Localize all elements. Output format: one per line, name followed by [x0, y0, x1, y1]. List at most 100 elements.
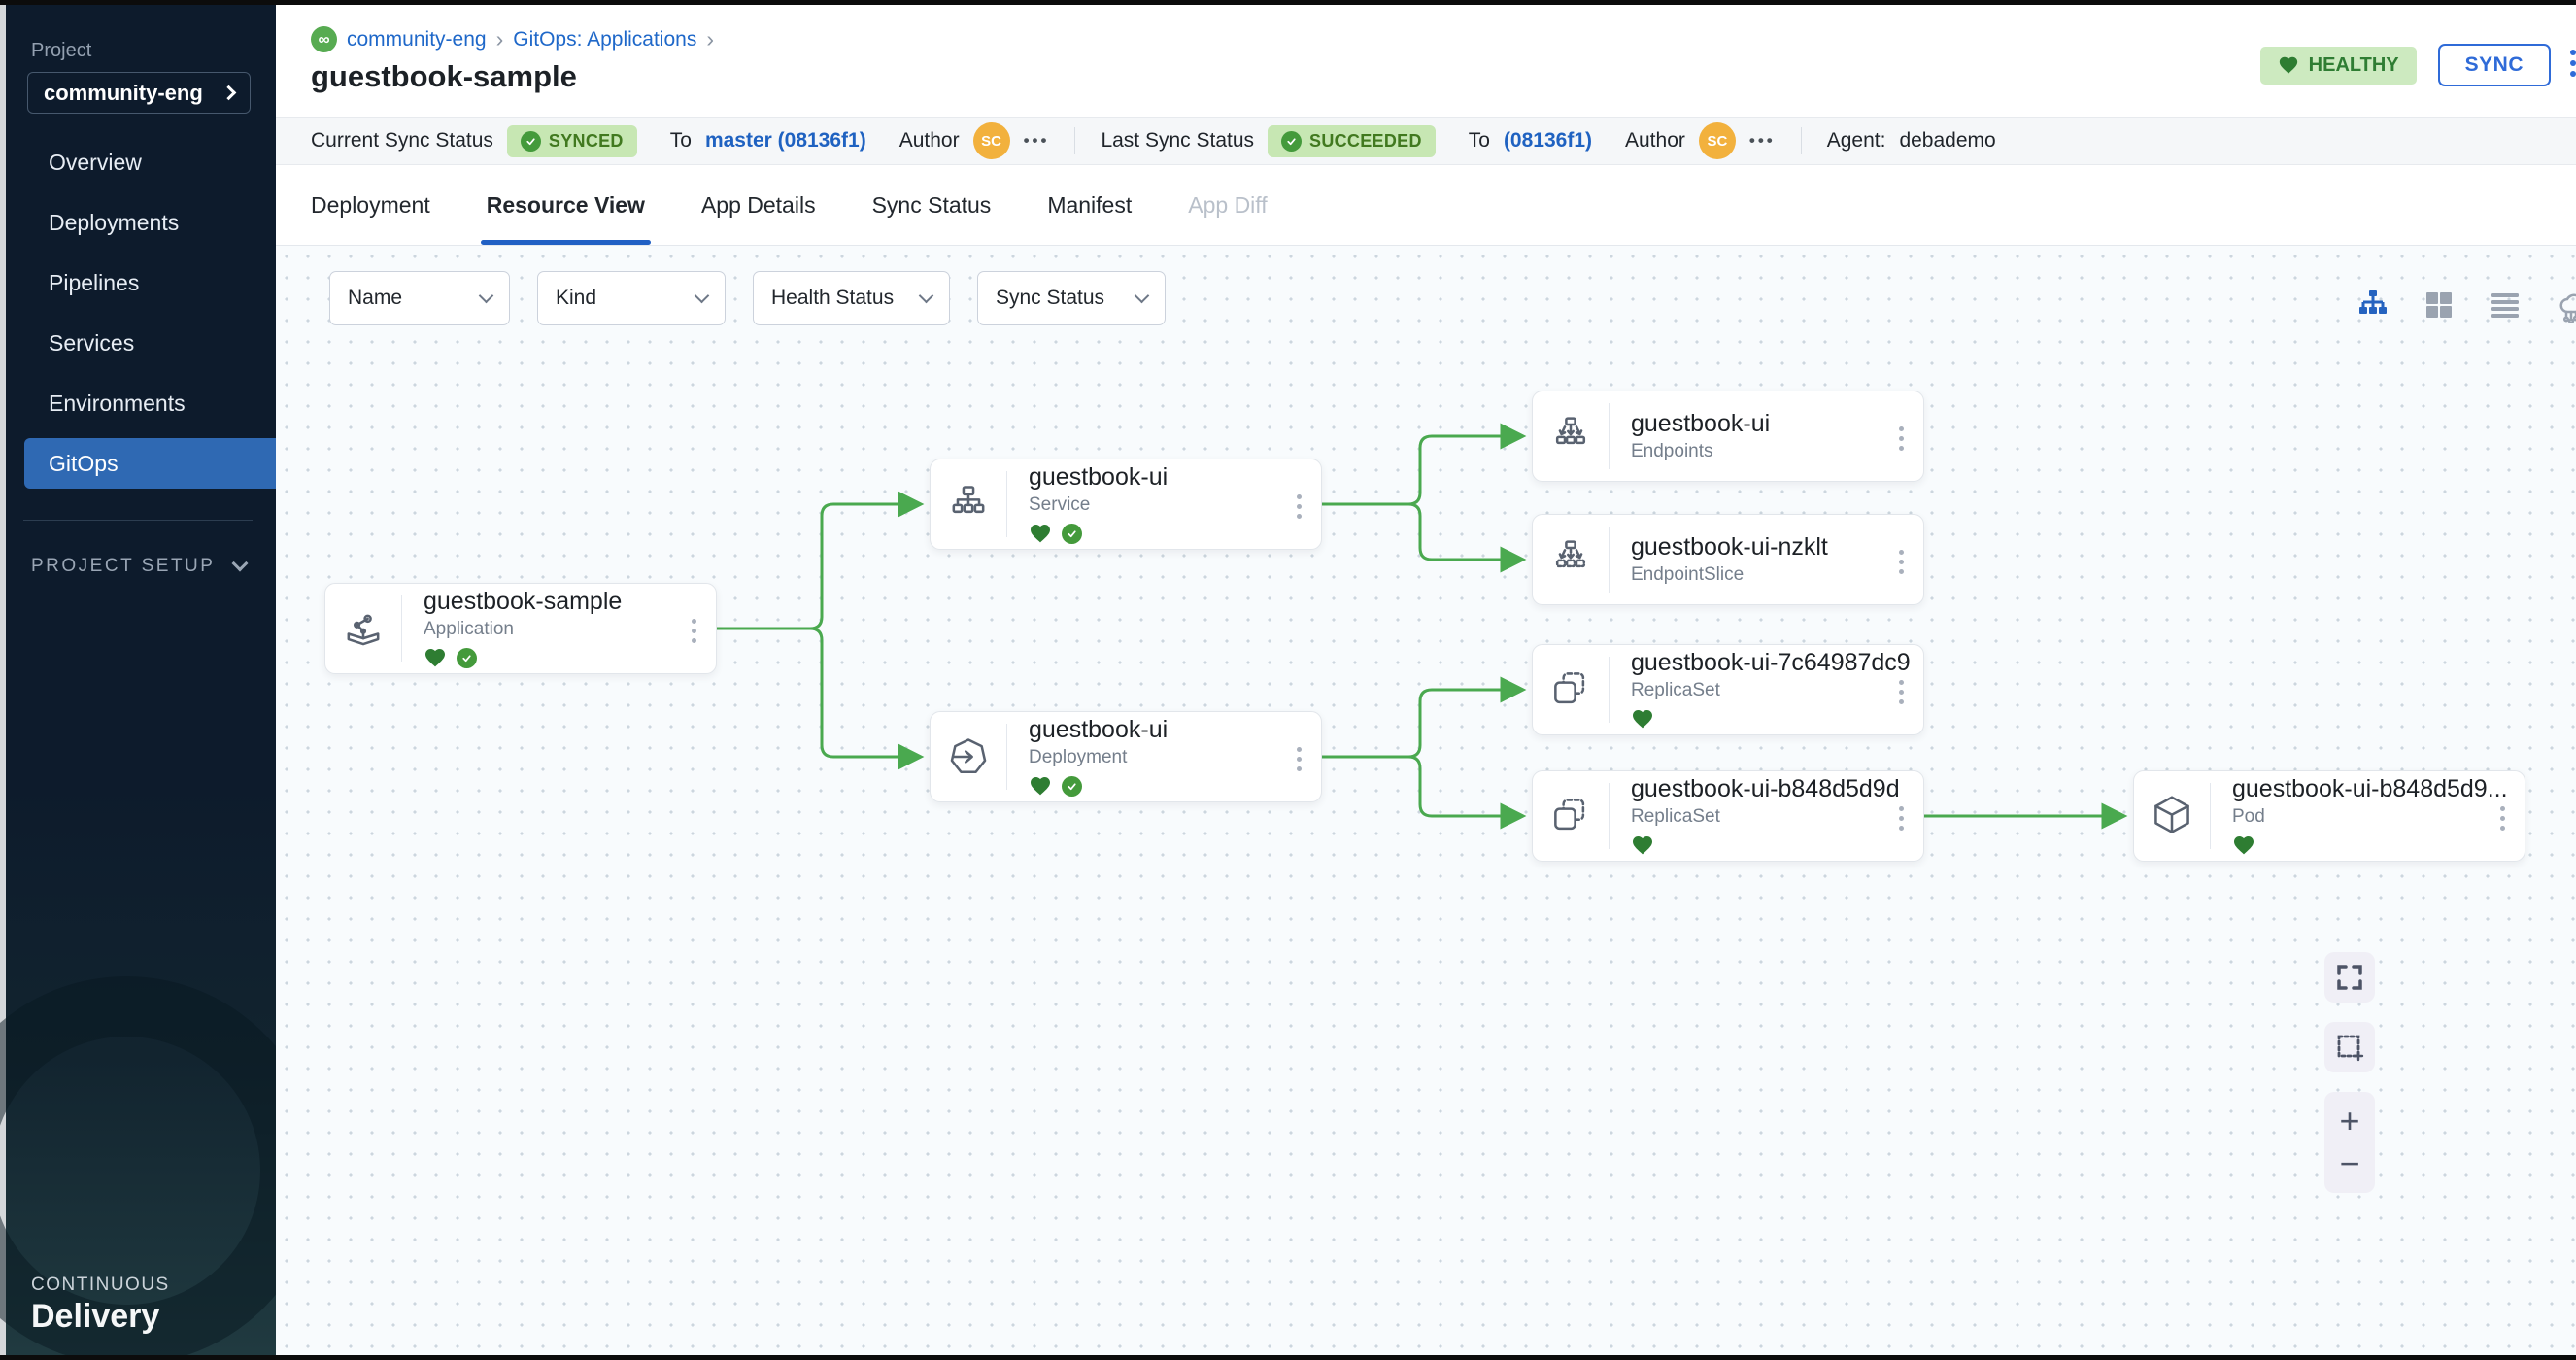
overflow-menu-icon[interactable]: •••	[1024, 131, 1050, 151]
node-title: guestbook-ui	[1029, 463, 1321, 492]
view-mode-switcher	[2355, 287, 2574, 323]
node-menu-button[interactable]	[1293, 743, 1305, 775]
tab-app-diff: App Diff	[1188, 165, 1267, 245]
node-menu-button[interactable]	[1895, 423, 1908, 455]
filter-bar: Name Kind Health Status Sync Status	[329, 271, 1166, 325]
node-title: guestbook-ui-7c64987dc9	[1631, 649, 1923, 677]
node-title: guestbook-ui-b848d5d9...	[2232, 775, 2525, 803]
sidebar-item-label: Overview	[49, 150, 142, 176]
zoom-control: + −	[2324, 1092, 2375, 1193]
healthy-heart-icon	[2232, 833, 2255, 857]
breadcrumb-separator: ›	[496, 26, 504, 52]
synced-check-icon	[1062, 776, 1082, 797]
project-label: Project	[31, 40, 276, 62]
marquee-select-button[interactable]	[2324, 1022, 2375, 1072]
node-replicaset-b848d5d9d[interactable]: guestbook-ui-b848d5d9d ReplicaSet	[1532, 770, 1924, 862]
node-endpointslice[interactable]: guestbook-ui-nzklt EndpointSlice	[1532, 514, 1924, 605]
zoom-out-button[interactable]: −	[2339, 1146, 2359, 1181]
node-kind: Pod	[2232, 806, 2525, 828]
endpoints-icon	[1533, 391, 1609, 481]
name-filter-label: Name	[348, 287, 402, 310]
node-service[interactable]: guestbook-ui Service	[930, 459, 1322, 550]
tree-view-icon[interactable]	[2355, 287, 2391, 323]
check-circle-icon	[521, 131, 541, 152]
breadcrumb-separator: ›	[706, 26, 714, 52]
sidebar-item-gitops[interactable]: GitOps	[24, 438, 276, 489]
sidebar-item-pipelines[interactable]: Pipelines	[0, 257, 276, 308]
tab-deployment[interactable]: Deployment	[311, 165, 430, 245]
breadcrumb-project-link[interactable]: community-eng	[347, 28, 487, 51]
sidebar: Project community-eng Overview Deploymen…	[0, 5, 276, 1355]
window-frame-bottom	[0, 1355, 2576, 1360]
author-avatar[interactable]: SC	[973, 122, 1010, 159]
node-status	[424, 646, 716, 669]
chevron-down-icon	[919, 289, 934, 304]
synced-check-icon	[457, 648, 477, 668]
health-status-filter-dropdown[interactable]: Health Status	[753, 271, 950, 325]
brand-line-1: CONTINUOUS	[31, 1275, 170, 1296]
node-title: guestbook-ui	[1029, 716, 1321, 744]
healthy-heart-icon	[1029, 774, 1052, 798]
kind-filter-dropdown[interactable]: Kind	[537, 271, 726, 325]
current-sync-target-link[interactable]: master (08136f1)	[705, 129, 866, 153]
node-menu-button[interactable]	[1895, 676, 1908, 708]
last-sync-target-link[interactable]: (08136f1)	[1504, 129, 1592, 153]
sidebar-item-services[interactable]: Services	[0, 318, 276, 368]
app-menu-button[interactable]	[2566, 46, 2576, 81]
tab-app-details[interactable]: App Details	[701, 165, 816, 245]
breadcrumb-applications-link[interactable]: GitOps: Applications	[513, 28, 696, 51]
node-endpoints[interactable]: guestbook-ui Endpoints	[1532, 391, 1924, 482]
sidebar-item-overview[interactable]: Overview	[0, 137, 276, 187]
project-selector[interactable]: community-eng	[27, 72, 251, 114]
fit-to-screen-button[interactable]	[2324, 952, 2375, 1003]
service-icon	[931, 459, 1006, 549]
node-menu-button[interactable]	[1895, 546, 1908, 578]
sidebar-item-label: Deployments	[49, 210, 179, 236]
zoom-in-button[interactable]: +	[2339, 1104, 2359, 1139]
healthy-heart-icon	[1631, 707, 1654, 731]
sidebar-item-deployments[interactable]: Deployments	[0, 197, 276, 248]
window-frame-top	[0, 0, 2576, 5]
project-setup-toggle[interactable]: PROJECT SETUP	[31, 556, 276, 577]
node-status	[1631, 833, 1923, 857]
pod-icon	[2134, 771, 2210, 861]
project-name: community-eng	[44, 81, 203, 106]
name-filter-dropdown[interactable]: Name	[329, 271, 510, 325]
fullscreen-icon	[2335, 963, 2364, 992]
node-menu-button[interactable]	[2496, 802, 2509, 834]
module-brand: CONTINUOUS Delivery	[31, 1275, 170, 1336]
node-pod[interactable]: guestbook-ui-b848d5d9... Pod	[2133, 770, 2525, 862]
last-to-label: To	[1469, 129, 1490, 153]
current-author-label: Author	[899, 129, 960, 153]
tab-resource-view[interactable]: Resource View	[487, 165, 645, 245]
endpointslice-icon	[1533, 515, 1609, 604]
node-menu-button[interactable]	[1293, 491, 1305, 523]
health-badge-label: HEALTHY	[2309, 54, 2399, 77]
node-application[interactable]: guestbook-sample Application	[324, 583, 717, 674]
node-deployment[interactable]: guestbook-ui Deployment	[930, 711, 1322, 802]
node-replicaset-7c64987dc9[interactable]: guestbook-ui-7c64987dc9 ReplicaSet	[1532, 644, 1924, 735]
replicaset-icon	[1533, 771, 1609, 861]
tab-sync-status[interactable]: Sync Status	[872, 165, 992, 245]
pod-view-icon[interactable]	[2553, 287, 2576, 323]
overflow-menu-icon[interactable]: •••	[1749, 131, 1776, 151]
node-menu-button[interactable]	[1895, 802, 1908, 834]
sidebar-item-environments[interactable]: Environments	[0, 378, 276, 428]
node-status	[1029, 774, 1321, 798]
last-author-label: Author	[1625, 129, 1685, 153]
node-kind: EndpointSlice	[1631, 564, 1923, 586]
grid-view-icon[interactable]	[2421, 287, 2457, 323]
replicaset-icon	[1533, 645, 1609, 734]
current-to-label: To	[670, 129, 692, 153]
tab-manifest[interactable]: Manifest	[1047, 165, 1132, 245]
sync-status-bar: Current Sync Status SYNCED To master (08…	[276, 117, 2576, 165]
author-avatar[interactable]: SC	[1699, 122, 1736, 159]
list-view-icon[interactable]	[2487, 287, 2524, 323]
agent-label: Agent:	[1827, 129, 1886, 153]
last-sync-status-label: Last Sync Status	[1101, 129, 1254, 153]
node-menu-button[interactable]	[688, 615, 700, 647]
sync-button[interactable]: SYNC	[2438, 44, 2551, 86]
sync-status-filter-dropdown[interactable]: Sync Status	[977, 271, 1166, 325]
resource-graph-canvas[interactable]: Name Kind Health Status Sync Status	[276, 246, 2576, 1355]
synced-badge-label: SYNCED	[549, 131, 624, 152]
